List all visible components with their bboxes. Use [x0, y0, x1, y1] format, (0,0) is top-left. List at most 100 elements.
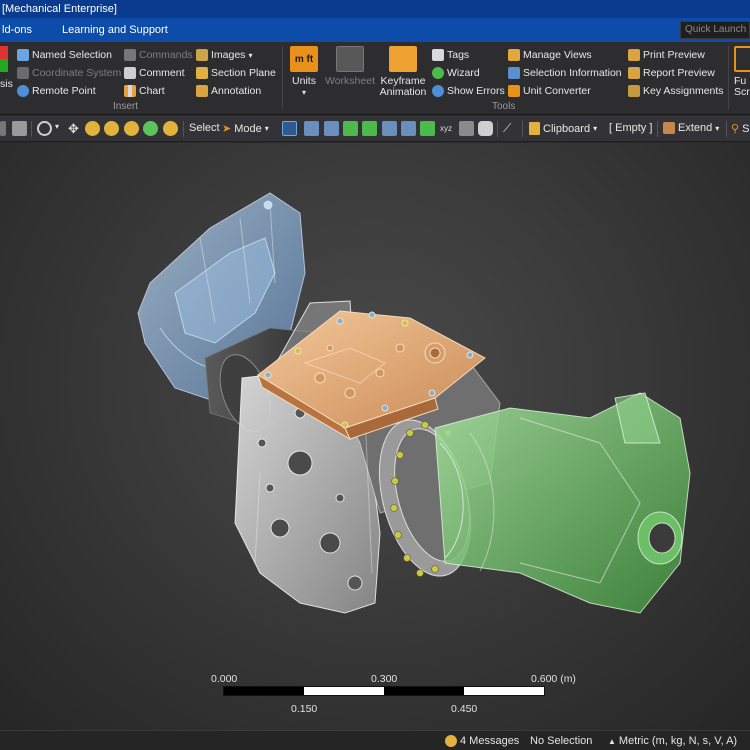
- manage-views-button[interactable]: Manage Views: [508, 47, 592, 63]
- clipboard-dropdown[interactable]: Clipboard ▾: [529, 122, 597, 135]
- ribbon-separator: [728, 46, 729, 110]
- copy-icon[interactable]: [12, 121, 27, 136]
- green-tail-housing: [434, 392, 691, 614]
- key-assignments-button[interactable]: Key Assignments: [628, 83, 724, 99]
- worksheet-button[interactable]: Worksheet: [322, 46, 378, 87]
- print-preview-button[interactable]: Print Preview: [628, 47, 705, 63]
- toolbar-separator: [522, 121, 523, 137]
- chevron-down-icon: ▾: [593, 124, 598, 133]
- remote-point-button[interactable]: Remote Point: [17, 83, 96, 99]
- chevron-down-icon[interactable]: ▾: [55, 122, 59, 131]
- comment-bubble-icon[interactable]: [478, 121, 493, 136]
- select-by-label: S: [742, 122, 750, 135]
- unit-system-selector[interactable]: ▲ Metric (m, kg, N, s, V, A): [608, 735, 737, 747]
- toolbar-separator: [726, 121, 727, 137]
- select-mode-dropdown[interactable]: ➤ Mode ▾: [222, 122, 269, 136]
- coordinate-system-button[interactable]: Coordinate System: [17, 65, 121, 81]
- tab-add-ons[interactable]: ld-ons: [0, 24, 32, 36]
- scale-segment: [464, 687, 544, 695]
- worksheet-icon: [336, 46, 364, 72]
- magnifier-icon[interactable]: [163, 121, 178, 136]
- select-by-dropdown[interactable]: ⚲ S: [731, 122, 750, 136]
- select-mesh-icon[interactable]: [420, 121, 435, 136]
- analysis-icon[interactable]: [0, 46, 8, 72]
- chart-button[interactable]: Chart: [124, 83, 165, 99]
- quick-launch-input[interactable]: Quick Launch: [680, 21, 750, 39]
- tags-icon: [432, 49, 444, 61]
- wizard-button[interactable]: Wizard: [432, 65, 480, 81]
- chevron-down-icon: ▾: [264, 124, 269, 133]
- tab-learning-and-support[interactable]: Learning and Support: [60, 24, 168, 36]
- extend-dropdown[interactable]: Extend ▾: [663, 122, 719, 134]
- hide-icon[interactable]: [459, 121, 474, 136]
- report-preview-button[interactable]: Report Preview: [628, 65, 715, 81]
- selection-information-label: Selection Information: [523, 67, 622, 79]
- scale-label-4: 0.600 (m): [531, 673, 576, 685]
- show-errors-button[interactable]: Show Errors: [432, 83, 505, 99]
- scale-label-1: 0.150: [291, 703, 318, 715]
- zoom-icon[interactable]: [85, 121, 100, 136]
- messages-label: 4 Messages: [460, 735, 520, 747]
- messages-button[interactable]: 4 Messages: [445, 735, 519, 747]
- select-face-icon[interactable]: [324, 121, 339, 136]
- chart-line-icon[interactable]: ⟋: [503, 121, 518, 136]
- annotation-label: Annotation: [211, 85, 262, 97]
- move-icon[interactable]: ✥: [66, 121, 81, 136]
- select-element-face-icon[interactable]: [382, 121, 397, 136]
- unit-converter-button[interactable]: Unit Converter: [508, 83, 591, 99]
- graphics-viewport[interactable]: 0.000 0.300 0.600 (m) 0.150 0.450: [0, 143, 750, 730]
- scale-segment: [224, 687, 304, 695]
- commands-button[interactable]: Commands: [124, 47, 193, 63]
- coordinate-select-icon[interactable]: xyz: [440, 121, 455, 136]
- images-label: Images: [211, 49, 246, 61]
- coordinate-system-label: Coordinate System: [32, 67, 122, 79]
- select-vertex-icon[interactable]: [282, 121, 297, 136]
- zoom-box-icon[interactable]: [104, 121, 119, 136]
- key-assignments-label: Key Assignments: [643, 85, 724, 97]
- transmission-model[interactable]: [0, 143, 750, 730]
- images-button[interactable]: Images ▾: [196, 47, 252, 63]
- pin-icon: ⚲: [731, 123, 740, 135]
- extend-label: Extend: [678, 122, 713, 134]
- comment-button[interactable]: Comment: [124, 65, 185, 81]
- analysis-label[interactable]: sis: [0, 78, 13, 90]
- status-bar: 4 Messages No Selection ▲ Metric (m, kg,…: [0, 730, 750, 750]
- keyframe-animation-button[interactable]: Keyframe Animation: [378, 46, 428, 98]
- select-node-icon[interactable]: [362, 121, 377, 136]
- graphics-toolbar: ▾ ✥ Select ➤ Mode ▾ xyz ⟋ Clipboard ▾ [ …: [0, 116, 750, 142]
- report-preview-icon: [628, 67, 640, 79]
- scale-label-3: 0.450: [451, 703, 478, 715]
- units-icon: m ft: [290, 46, 318, 72]
- report-preview-label: Report Preview: [643, 67, 715, 79]
- selection-information-button[interactable]: Selection Information: [508, 65, 622, 81]
- select-body-icon[interactable]: [343, 121, 358, 136]
- named-selection-button[interactable]: Named Selection: [17, 47, 112, 63]
- scale-label-0: 0.000: [211, 673, 238, 685]
- zoom-selected-icon[interactable]: [143, 121, 158, 136]
- annotation-button[interactable]: Annotation: [196, 83, 261, 99]
- clipboard-status: [ Empty ]: [609, 122, 653, 134]
- rotate-icon[interactable]: [37, 121, 52, 136]
- section-plane-button[interactable]: Section Plane: [196, 65, 276, 81]
- units-button[interactable]: m ft Units ▾: [289, 46, 319, 98]
- coordinate-system-icon: [17, 67, 29, 79]
- selection-information-icon: [508, 67, 520, 79]
- window-title: [Mechanical Enterprise]: [0, 0, 750, 18]
- zoom-fit-icon[interactable]: [124, 121, 139, 136]
- ribbon-separator: [282, 46, 283, 110]
- select-label: Select: [189, 122, 220, 134]
- chevron-down-icon: ▾: [248, 50, 253, 60]
- print-preview-label: Print Preview: [643, 49, 705, 61]
- chevron-up-icon: ▲: [608, 736, 616, 746]
- toolbar-separator: [183, 121, 184, 137]
- full-screen-button[interactable]: Fu Scr: [734, 46, 750, 98]
- show-errors-icon: [432, 85, 444, 97]
- key-assignments-icon: [628, 85, 640, 97]
- pan-icon[interactable]: [0, 121, 6, 136]
- print-preview-icon: [628, 49, 640, 61]
- comment-label: Comment: [139, 67, 185, 79]
- select-edge-icon[interactable]: [304, 121, 319, 136]
- tags-button[interactable]: Tags: [432, 47, 469, 63]
- annotation-icon: [196, 85, 208, 97]
- select-element-icon[interactable]: [401, 121, 416, 136]
